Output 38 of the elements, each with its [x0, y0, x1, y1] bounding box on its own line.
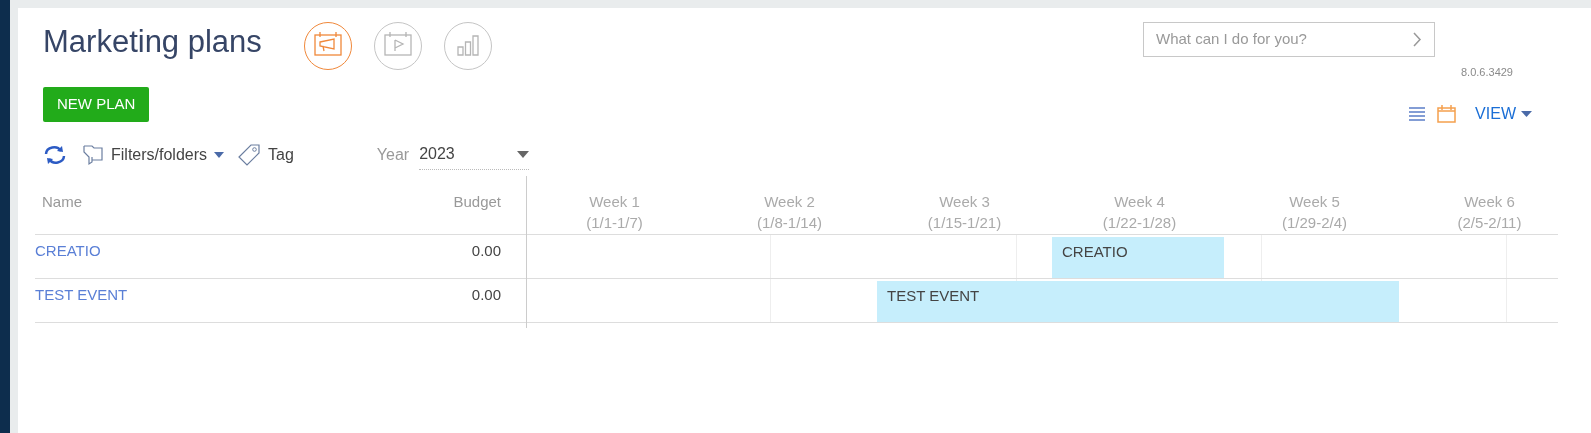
week-header: Week 6 [1464, 191, 1515, 212]
week-header: Week 3 [939, 191, 990, 212]
column-header: Budget [453, 191, 501, 212]
week-range: (2/5-2/11) [1457, 212, 1522, 233]
plan-name-link[interactable]: TEST EVENT [35, 283, 128, 306]
gantt-bar[interactable]: TEST EVENT [877, 280, 1399, 322]
year-label: Year [376, 144, 410, 165]
tag-icon [238, 143, 261, 166]
plan-name-link[interactable]: CREATIO [35, 239, 101, 262]
week-range: (1/22-1/28) [1102, 212, 1177, 233]
gantt-bar[interactable]: CREATIO [1052, 236, 1224, 278]
chevron-right-icon [1413, 32, 1422, 47]
search-field[interactable]: What can I do for you? [1143, 22, 1435, 57]
column-header: Name [42, 191, 82, 212]
view-button[interactable]: VIEW [1475, 101, 1532, 126]
page-title: Marketing plans [43, 23, 262, 61]
search-input[interactable]: What can I do for you? [1156, 28, 1413, 51]
filters-folders-dropdown[interactable]: Filters/folders [83, 142, 225, 167]
tag-button[interactable]: Tag [238, 142, 294, 167]
list-view-icon[interactable] [1409, 106, 1426, 121]
calendar-view-icon[interactable] [1437, 104, 1457, 123]
week-range: (1/8-1/14) [756, 212, 822, 233]
week-range: (1/29-2/4) [1281, 212, 1347, 233]
caret-icon [214, 151, 225, 158]
week-header: Week 2 [764, 191, 815, 212]
budget-cell-text: 0.00 [471, 284, 501, 305]
refresh-icon[interactable] [43, 144, 67, 165]
week-range: (1/1-1/7) [586, 212, 643, 233]
caret-icon [1521, 110, 1532, 117]
week-header: Week 1 [589, 191, 640, 212]
filter-folder-icon [83, 143, 104, 166]
budget-cell-text: 0.00 [471, 240, 501, 261]
week-range: (1/15-1/21) [927, 212, 1002, 233]
version-number: 8.0.6.3429 [1461, 65, 1513, 80]
week-header: Week 5 [1289, 191, 1340, 212]
caret-icon [517, 150, 530, 158]
week-header: Week 4 [1114, 191, 1165, 212]
year-select[interactable]: 2023 [419, 139, 530, 170]
